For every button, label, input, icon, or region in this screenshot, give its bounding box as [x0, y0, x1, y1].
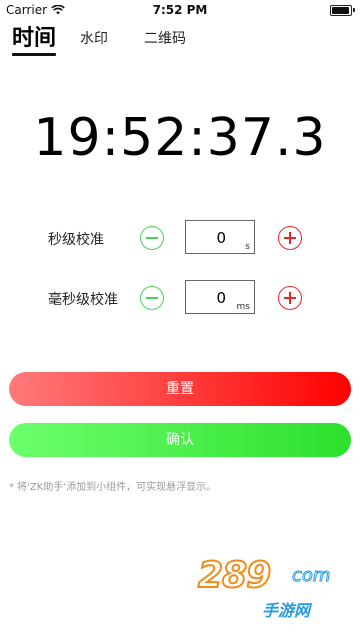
battery-level — [332, 7, 350, 14]
plus-icon-v — [289, 292, 291, 304]
tab-bar: 时间 水印 二维码 — [0, 22, 360, 56]
watermark-number: 289 — [197, 554, 272, 597]
milliseconds-increment-button[interactable] — [278, 286, 302, 310]
status-bar: Carrier 7:52 PM — [0, 0, 360, 22]
status-time: 7:52 PM — [152, 3, 208, 17]
confirm-button[interactable]: 确认 — [9, 423, 351, 457]
seconds-calibration-row: 秒级校准 0 s — [0, 220, 360, 256]
milliseconds-value-field[interactable]: 0 ms — [185, 280, 255, 314]
milliseconds-value: 0 — [216, 289, 226, 307]
seconds-increment-button[interactable] — [278, 226, 302, 250]
seconds-value: 0 — [216, 229, 226, 247]
seconds-value-field[interactable]: 0 s — [185, 220, 255, 254]
active-tab-indicator — [12, 53, 56, 56]
reset-button[interactable]: 重置 — [9, 372, 351, 406]
seconds-decrement-button[interactable] — [140, 226, 164, 250]
battery-icon — [330, 5, 355, 16]
tab-time[interactable]: 时间 — [12, 20, 56, 52]
milliseconds-unit: ms — [236, 302, 250, 312]
milliseconds-decrement-button[interactable] — [140, 286, 164, 310]
minus-icon — [146, 237, 158, 239]
clock-display: 19:52:37.3 — [33, 108, 327, 168]
tab-watermark[interactable]: 水印 — [80, 28, 108, 48]
milliseconds-calibration-row: 毫秒级校准 0 ms — [0, 280, 360, 316]
plus-icon-v — [289, 232, 291, 244]
seconds-unit: s — [245, 242, 250, 252]
watermark-text: 手游网 — [262, 601, 311, 620]
site-watermark-logo: 289 com 手游网 — [196, 554, 342, 627]
seconds-calibration-label: 秒级校准 — [48, 232, 104, 248]
widget-hint-text: * 将'ZK助手'添加到小组件，可实现悬浮显示。 — [9, 482, 217, 493]
watermark-suffix: com — [291, 565, 331, 587]
minus-icon — [146, 297, 158, 299]
tab-qrcode[interactable]: 二维码 — [144, 28, 186, 48]
milliseconds-calibration-label: 毫秒级校准 — [48, 292, 118, 308]
